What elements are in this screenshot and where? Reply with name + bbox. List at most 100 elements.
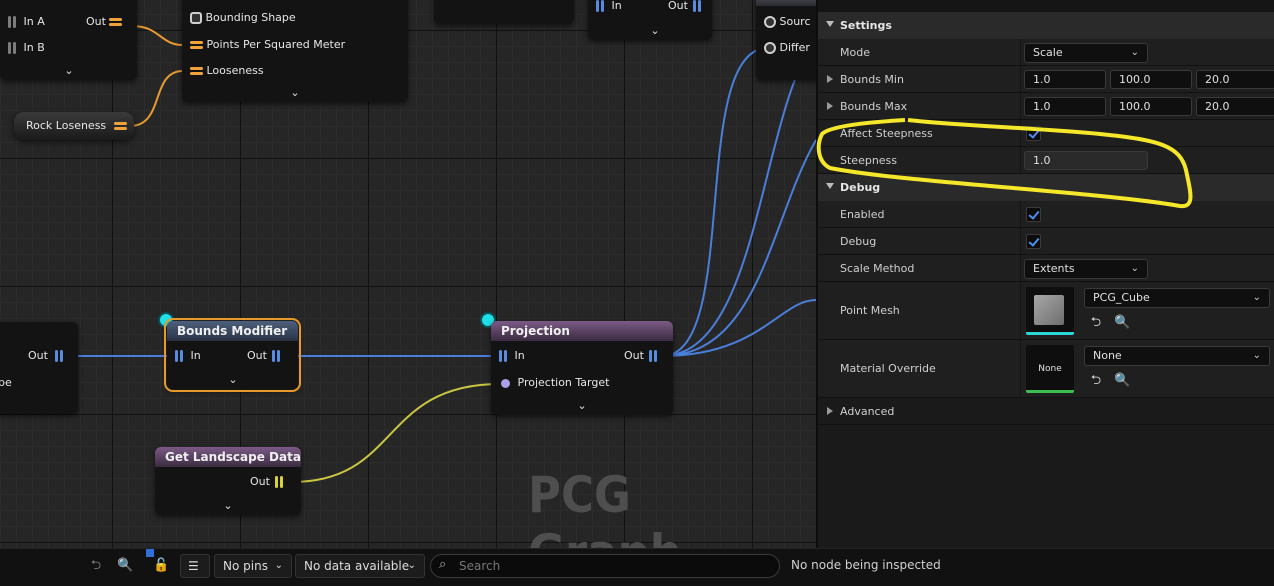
chevron-down-icon[interactable]: ⌄: [648, 25, 662, 36]
pins-filter-value: No pins: [223, 559, 268, 573]
point-mesh-dropdown[interactable]: PCG_Cube ⌄: [1084, 288, 1270, 308]
node-partial-top-left[interactable]: In A In B Out ⌄: [0, 0, 137, 80]
material-override-thumbnail[interactable]: None: [1026, 345, 1074, 393]
row-divider: [1020, 120, 1021, 146]
row-point-mesh: Point Mesh PCG_Cube ⌄ ⮌ 🔍: [818, 282, 1274, 340]
caret-right-icon[interactable]: [827, 102, 833, 110]
scale-method-dropdown[interactable]: Extents ⌄: [1024, 259, 1148, 279]
debug-checkbox[interactable]: [1026, 234, 1041, 249]
use-selected-arrow-icon[interactable]: ⮌: [88, 558, 104, 574]
pin-projection-target[interactable]: Projection Target: [501, 375, 609, 391]
wire-projection-to-right-3: [661, 139, 816, 357]
chevron-down-icon[interactable]: ⌄: [62, 65, 76, 76]
mode-label: Mode: [840, 46, 870, 59]
search-placeholder: Search: [459, 559, 501, 573]
row-advanced[interactable]: Advanced: [818, 398, 1274, 425]
unlock-icon[interactable]: 🔓: [153, 558, 169, 574]
node-bounds-modifier[interactable]: Bounds Modifier In Out ⌄: [164, 318, 301, 392]
inspect-status: No node being inspected: [791, 558, 941, 572]
node-projection-title: Projection: [491, 321, 673, 341]
use-selected-arrow-icon[interactable]: ⮌: [1088, 373, 1104, 389]
pin-out-left[interactable]: Out: [28, 348, 64, 364]
row-enabled: Enabled: [818, 201, 1274, 228]
node-partial-difference-title: [756, 0, 816, 6]
pin-source[interactable]: Sourc: [764, 14, 811, 30]
point-mesh-label: Point Mesh: [840, 304, 900, 317]
pin-bounding-shape[interactable]: Bounding Shape: [190, 10, 296, 26]
point-mesh-value: PCG_Cube: [1093, 291, 1150, 304]
node-get-landscape-data[interactable]: Get Landscape Data Out ⌄: [155, 447, 301, 515]
pin-in-top-mid[interactable]: In: [596, 0, 622, 14]
pin-out-landscape[interactable]: Out: [250, 474, 285, 490]
pin-label-fragment: be: [0, 376, 12, 389]
section-debug[interactable]: Debug: [818, 174, 1274, 201]
row-bounds-max: Bounds Max 1.0 100.0 20.0: [818, 93, 1274, 120]
bounds-max-z-input[interactable]: 20.0: [1196, 97, 1274, 116]
enabled-checkbox[interactable]: [1026, 207, 1041, 222]
bounds-min-y-input[interactable]: 100.0: [1110, 70, 1192, 89]
point-mesh-thumbnail[interactable]: [1026, 287, 1074, 335]
node-partial-left[interactable]: Out be: [0, 322, 78, 414]
pin-out-projection[interactable]: Out: [624, 348, 659, 364]
section-settings[interactable]: Settings: [818, 12, 1274, 39]
bounds-min-z-input[interactable]: 20.0: [1196, 70, 1274, 89]
bottom-toolbar: ⮌ 🔍 🔓 ☰ No pins ⌄ No data available ⌄ ⌕ …: [0, 548, 1274, 586]
node-partial-top-mid-b[interactable]: In Out ⌄: [588, 0, 712, 40]
use-selected-arrow-icon[interactable]: ⮌: [1088, 315, 1104, 331]
bounds-max-x-input[interactable]: 1.0: [1024, 97, 1106, 116]
node-projection[interactable]: Projection In Out Projection Target ⌄: [491, 321, 673, 415]
steepness-input[interactable]: 1.0: [1024, 151, 1148, 170]
chevron-down-icon: ⌄: [1130, 263, 1139, 274]
search-input[interactable]: ⌕ Search: [430, 554, 780, 578]
pcg-graph-canvas[interactable]: In A In B Out ⌄ Bounding Shape Points Pe…: [0, 0, 816, 548]
pin-points-per-sq-meter[interactable]: Points Per Squared Meter: [190, 37, 345, 53]
affect-steepness-label: Affect Steepness: [840, 127, 933, 140]
pin-in-icon: [499, 349, 511, 363]
pin-in-bounds[interactable]: In: [175, 348, 201, 364]
pins-filter-dropdown[interactable]: No pins ⌄: [214, 554, 292, 578]
wire-landscape-to-target: [291, 383, 501, 483]
data-filter-value: No data available: [304, 559, 410, 573]
bounds-max-y-input[interactable]: 100.0: [1110, 97, 1192, 116]
chevron-down-icon: ⌄: [1252, 292, 1261, 303]
data-filter-dropdown[interactable]: No data available ⌄: [295, 554, 425, 578]
chevron-down-icon[interactable]: ⌄: [575, 400, 589, 411]
wire-projection-to-diff: [661, 47, 765, 357]
pin-out-label: Out: [250, 475, 270, 488]
pin-looseness[interactable]: Looseness: [190, 63, 264, 79]
chevron-down-icon[interactable]: ⌄: [226, 374, 240, 385]
pin-bounding-shape-icon: [190, 12, 202, 24]
pin-out-bounds[interactable]: Out: [247, 348, 282, 364]
pin-in-label: In: [611, 0, 622, 12]
bounds-min-x-input[interactable]: 1.0: [1024, 70, 1106, 89]
pin-in-a[interactable]: In A: [8, 14, 45, 30]
browse-asset-icon[interactable]: 🔍: [1114, 315, 1130, 331]
row-divider: [1020, 93, 1021, 119]
corner-marker: [146, 549, 154, 557]
bounds-min-label: Bounds Min: [840, 73, 904, 86]
material-override-label: Material Override: [840, 362, 936, 375]
filter-button[interactable]: ☰: [180, 554, 210, 578]
row-divider: [1020, 39, 1021, 65]
pin-difference[interactable]: Differ: [764, 40, 810, 56]
chevron-down-icon[interactable]: ⌄: [288, 87, 302, 98]
pin-in-b[interactable]: In B: [8, 40, 45, 56]
node-partial-top-mid-a[interactable]: [434, 0, 574, 24]
node-partial-difference[interactable]: Sourc Differ: [756, 0, 816, 80]
caret-right-icon[interactable]: [827, 75, 833, 83]
pin-difference-label: Differ: [779, 41, 810, 54]
affect-steepness-checkbox[interactable]: [1026, 126, 1041, 141]
mode-dropdown[interactable]: Scale ⌄: [1024, 43, 1148, 63]
node-surface-sampler[interactable]: Bounding Shape Points Per Squared Meter …: [182, 0, 408, 102]
chevron-down-icon[interactable]: ⌄: [221, 500, 235, 511]
pin-in-projection[interactable]: In: [499, 348, 525, 364]
browse-asset-icon[interactable]: 🔍: [117, 558, 133, 574]
node-rock-looseness[interactable]: Rock Loseness: [14, 112, 134, 140]
material-override-dropdown[interactable]: None ⌄: [1084, 346, 1270, 366]
pin-out-top-mid[interactable]: Out: [668, 0, 703, 14]
pin-out-top-left[interactable]: Out: [86, 14, 123, 30]
pin-out-label: Out: [668, 0, 688, 12]
param-rock-looseness[interactable]: Rock Loseness: [26, 118, 127, 134]
section-debug-label: Debug: [840, 181, 881, 194]
browse-asset-icon[interactable]: 🔍: [1114, 373, 1130, 389]
